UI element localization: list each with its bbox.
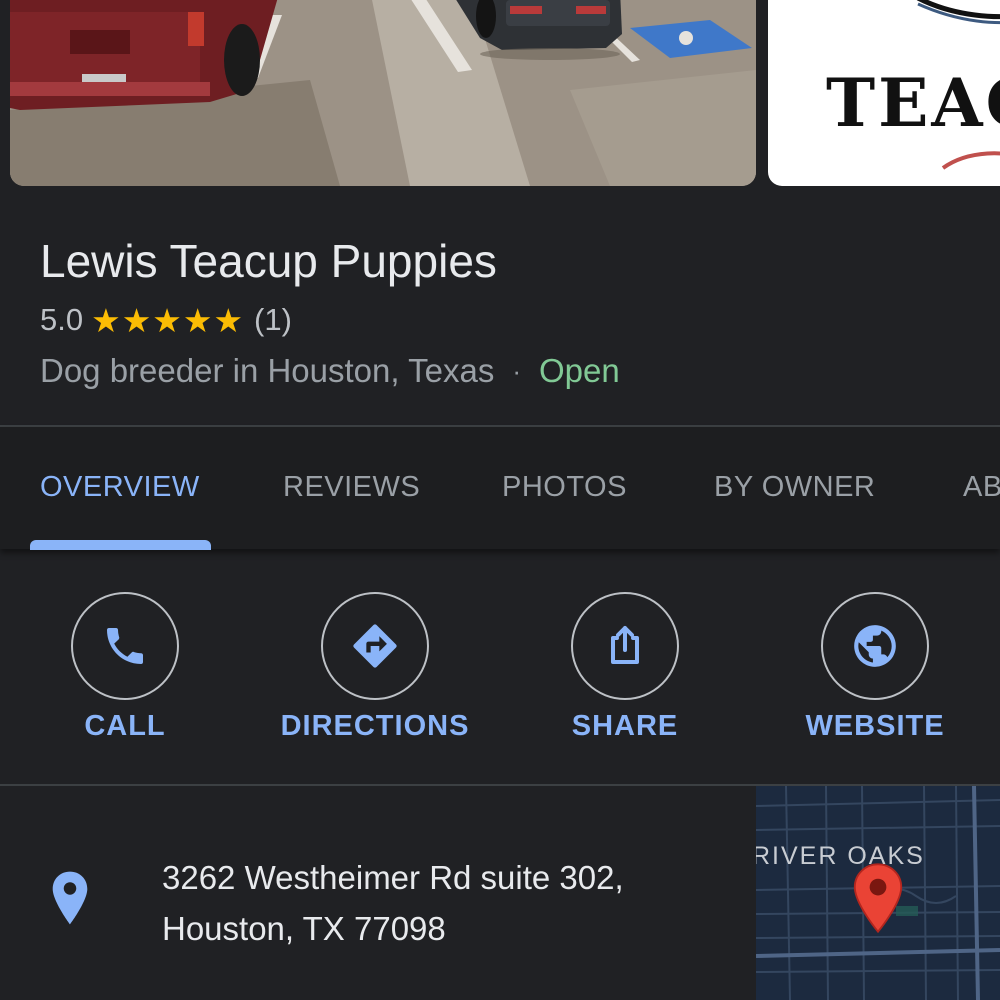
tab-about[interactable]: AB	[963, 471, 1000, 504]
website-label: WEBSITE	[805, 710, 945, 742]
open-status: Open	[539, 352, 620, 389]
separator-dot: ·	[512, 355, 522, 386]
directions-button[interactable]: DIRECTIONS	[250, 590, 500, 770]
address-line-1: 3262 Westheimer Rd suite 302,	[162, 859, 624, 896]
location-pin-icon	[50, 870, 90, 931]
review-count: (1)	[254, 302, 292, 337]
phone-icon	[71, 592, 179, 700]
tab-bar: OVERVIEW REVIEWS PHOTOS BY OWNER AB	[0, 427, 1000, 549]
tab-by-owner[interactable]: BY OWNER	[714, 471, 875, 504]
globe-icon	[821, 592, 929, 700]
action-buttons: CALL DIRECTIONS SHARE WEBSITE	[0, 560, 1000, 784]
directions-label: DIRECTIONS	[280, 710, 470, 742]
share-button[interactable]: SHARE	[500, 590, 750, 770]
tab-overview[interactable]: OVERVIEW	[40, 471, 200, 504]
address-line-2: Houston, TX 77098	[162, 910, 446, 947]
call-label: CALL	[84, 710, 166, 742]
rating-value: 5.0	[40, 302, 84, 337]
logo-text: TEAC	[826, 64, 1000, 142]
call-button[interactable]: CALL	[0, 590, 250, 770]
category-row: Dog breeder in Houston, Texas · Open	[40, 350, 620, 392]
tab-reviews[interactable]: REVIEWS	[283, 471, 420, 504]
website-button[interactable]: WEBSITE	[750, 590, 1000, 770]
parking-lot-image	[10, 0, 756, 186]
address[interactable]: 3262 Westheimer Rd suite 302, Houston, T…	[162, 852, 624, 954]
directions-icon	[321, 592, 429, 700]
active-tab-indicator	[30, 540, 211, 550]
place-title: Lewis Teacup Puppies	[40, 235, 497, 287]
star-rating-icon: ★★★★★	[91, 301, 245, 339]
photo-strip[interactable]: TEAC	[0, 0, 1000, 200]
logo-photo[interactable]: TEAC	[768, 0, 1000, 186]
share-icon	[571, 592, 679, 700]
share-label: SHARE	[571, 710, 679, 742]
rating-row[interactable]: 5.0 ★★★★★ (1)	[40, 300, 292, 340]
mini-map[interactable]: RIVER OAKS	[756, 786, 1000, 1000]
street-photo[interactable]	[10, 0, 756, 186]
tab-photos[interactable]: PHOTOS	[502, 471, 627, 504]
place-category: Dog breeder in Houston, Texas	[40, 352, 495, 389]
